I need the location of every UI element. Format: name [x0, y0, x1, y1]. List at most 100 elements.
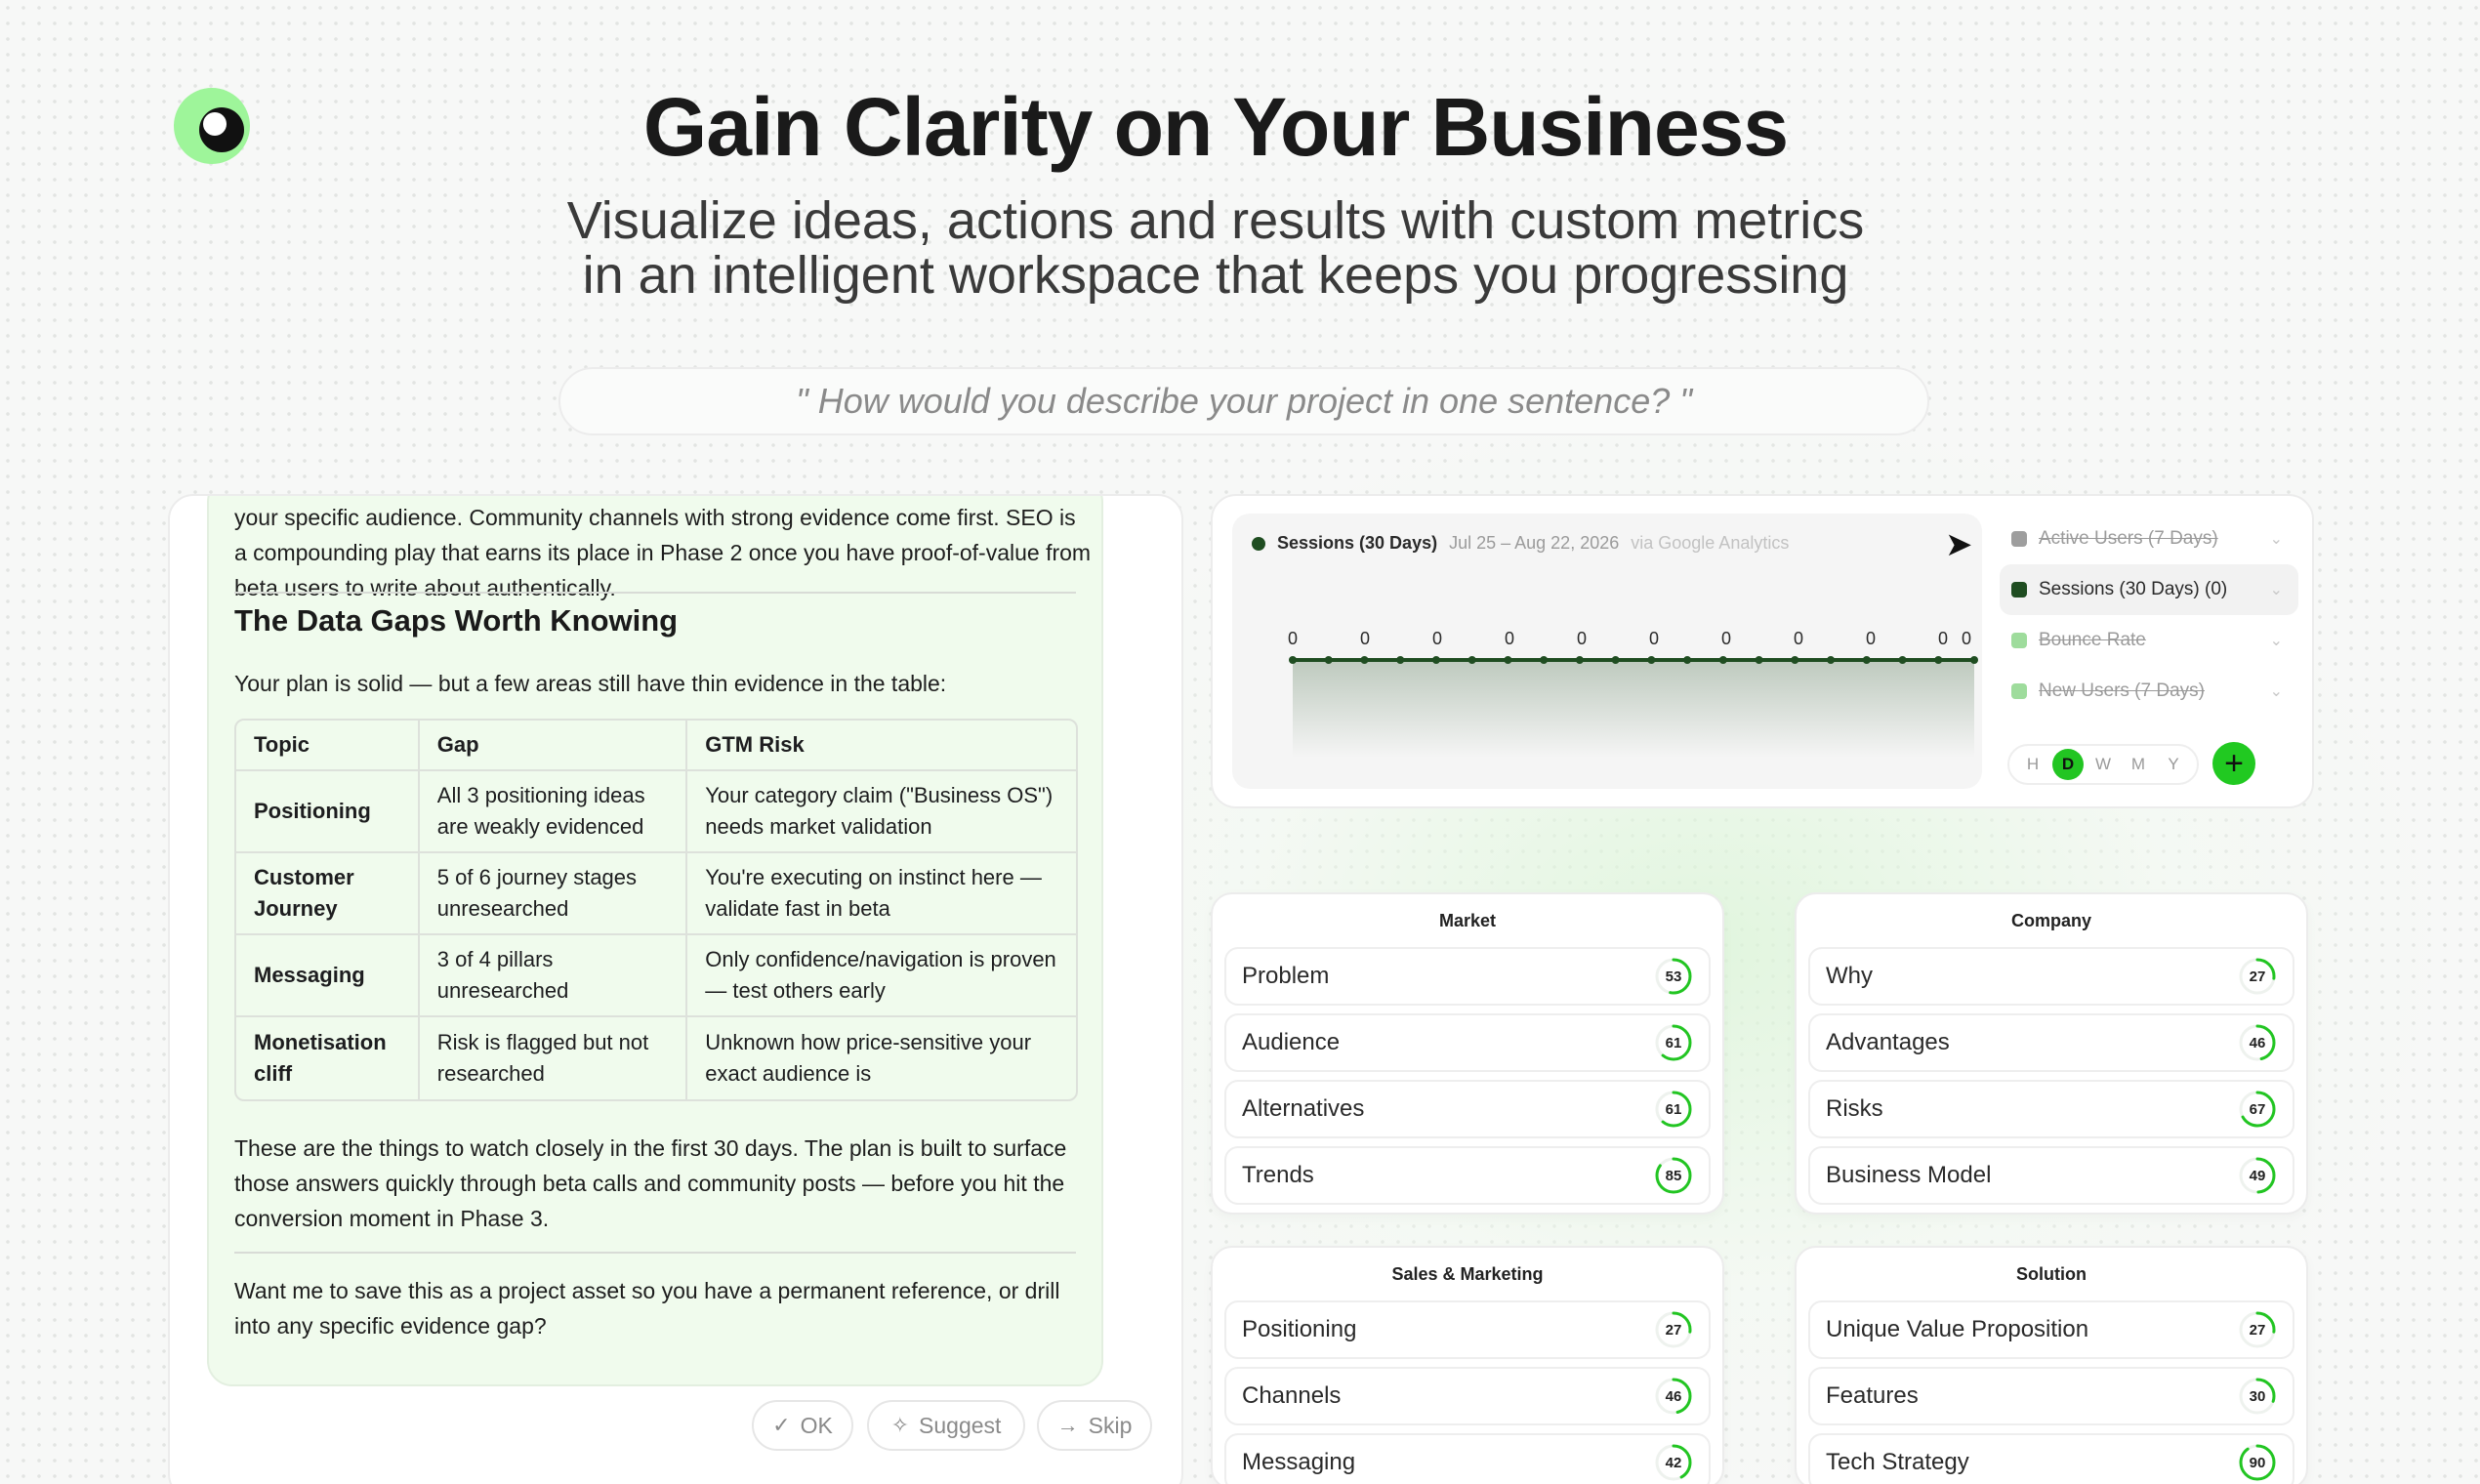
category-item[interactable]: Alternatives 61 [1224, 1080, 1711, 1138]
chevron-down-icon: ⌄ [2269, 683, 2283, 700]
table-cell: Risk is flagged but not researched [420, 1017, 688, 1099]
metric-option[interactable]: Active Users (7 Days) ⌄ [2000, 514, 2298, 564]
category-item[interactable]: Messaging 42 [1224, 1433, 1711, 1484]
hero-subtitle: Visualize ideas, actions and results wit… [0, 193, 2431, 303]
chart-data-label: 0 [1794, 629, 1803, 648]
skip-label: Skip [1088, 1412, 1133, 1438]
metric-label: Active Users (7 Days) [2039, 528, 2218, 549]
category-item[interactable]: Positioning 27 [1224, 1300, 1711, 1359]
category-item-label: Audience [1242, 1029, 1341, 1055]
chart-point [1934, 656, 1943, 664]
category-card-sales-marketing: Sales & Marketing Positioning 27 Channels 46… [1211, 1246, 1724, 1484]
metric-option[interactable]: Bounce Rate ⌄ [2000, 615, 2298, 666]
period-option-m[interactable]: M [2123, 749, 2154, 780]
add-metric-button[interactable]: + [2212, 742, 2255, 785]
score-ring: 53 [1654, 957, 1693, 996]
category-item[interactable]: Channels 46 [1224, 1367, 1711, 1425]
table-header-gtm-risk: GTM Risk [687, 721, 1076, 771]
mouse-cursor-icon: ➤ [1945, 526, 1973, 563]
category-item-label: Problem [1242, 963, 1330, 989]
chart-point [1467, 656, 1476, 664]
table-cell: Customer Journey [236, 853, 420, 935]
sessions-chart[interactable]: Sessions (30 Days) Jul 25 – Aug 22, 2026… [1232, 514, 1982, 789]
metric-swatch [2011, 683, 2027, 699]
table-cell: You're executing on instinct here — vali… [687, 853, 1076, 935]
table-cell: Only confidence/navigation is proven — t… [687, 935, 1076, 1017]
category-item[interactable]: Problem 53 [1224, 947, 1711, 1006]
metric-swatch [2011, 582, 2027, 598]
category-item[interactable]: Audience 61 [1224, 1013, 1711, 1072]
chart-data-label: 0 [1505, 629, 1514, 648]
category-item[interactable]: Features 30 [1808, 1367, 2294, 1425]
category-item-label: Business Model [1826, 1162, 1992, 1188]
skip-button[interactable]: → Skip [1037, 1400, 1152, 1451]
score-value: 27 [1665, 1321, 1682, 1339]
category-item[interactable]: Risks 67 [1808, 1080, 2294, 1138]
hero-subtitle-line-2: in an intelligent workspace that keeps y… [582, 246, 1849, 305]
score-value: 61 [1665, 1034, 1682, 1051]
chart-data-label: 0 [1288, 629, 1298, 648]
arrow-right-icon: → [1056, 1413, 1079, 1437]
score-ring: 61 [1654, 1090, 1693, 1129]
metric-swatch [2011, 531, 2027, 547]
prompt-placeholder: " How would you describe your project in… [795, 381, 1693, 421]
chart-plot: 00000000000 [1288, 629, 1978, 758]
table-cell: Messaging [236, 935, 420, 1017]
score-ring: 27 [2238, 957, 2277, 996]
chart-point [1718, 656, 1727, 664]
period-option-d[interactable]: D [2052, 749, 2084, 780]
check-icon: ✓ [772, 1413, 791, 1437]
period-option-h[interactable]: H [2017, 749, 2048, 780]
score-value: 30 [2249, 1387, 2266, 1405]
category-item-label: Tech Strategy [1826, 1449, 1969, 1475]
score-value: 61 [1665, 1100, 1682, 1118]
period-option-y[interactable]: Y [2158, 749, 2189, 780]
ok-button[interactable]: ✓ OK [752, 1400, 853, 1451]
category-item-label: Alternatives [1242, 1095, 1365, 1122]
chart-point [1827, 656, 1836, 664]
category-item[interactable]: Business Model 49 [1808, 1146, 2294, 1205]
period-option-w[interactable]: W [2087, 749, 2119, 780]
chart-data-label: 0 [1866, 629, 1876, 648]
chevron-down-icon: ⌄ [2269, 531, 2283, 548]
score-ring: 90 [2238, 1443, 2277, 1482]
table-cell: Unknown how price-sensitive your exact a… [705, 1030, 1032, 1086]
chart-point [1396, 656, 1405, 664]
sparkle-icon: ✧ [890, 1413, 910, 1437]
table-cell: Monetisation cliff [236, 1017, 420, 1099]
hero-subtitle-line-1: Visualize ideas, actions and results wit… [566, 191, 1865, 250]
category-item[interactable]: Advantages 46 [1808, 1013, 2294, 1072]
chart-data-label: 0 [1649, 629, 1659, 648]
metric-swatch [2011, 633, 2027, 648]
chat-panel: your specific audience. Community channe… [168, 494, 1183, 1484]
score-value: 90 [2249, 1454, 2266, 1471]
chart-point [1898, 656, 1907, 664]
category-item[interactable]: Unique Value Proposition 27 [1808, 1300, 2294, 1359]
table-row: Customer Journey 5 of 6 journey stages u… [236, 853, 1076, 935]
category-item-label: Messaging [1242, 1449, 1356, 1475]
category-item-label: Positioning [1242, 1316, 1357, 1342]
category-item[interactable]: Tech Strategy 90 [1808, 1433, 2294, 1484]
category-title: Market [1438, 910, 1497, 930]
chart-point [1647, 656, 1656, 664]
score-value: 46 [2249, 1034, 2266, 1051]
category-item[interactable]: Why 27 [1808, 947, 2294, 1006]
category-item-label: Features [1826, 1382, 1919, 1409]
category-item[interactable]: Trends 85 [1224, 1146, 1711, 1205]
score-ring: 27 [2238, 1310, 2277, 1349]
score-value: 46 [1665, 1387, 1682, 1405]
chart-data-label: 0 [1577, 629, 1587, 648]
metric-option[interactable]: Sessions (30 Days) (0) ⌄ [2000, 564, 2298, 615]
chart-point [1683, 656, 1692, 664]
category-card-solution: Solution Unique Value Proposition 27 Featur… [1795, 1246, 2308, 1484]
message-paragraph-1: your specific audience. Community channe… [234, 505, 1092, 600]
suggest-button[interactable]: ✧ Suggest [867, 1400, 1025, 1451]
category-item-label: Unique Value Proposition [1826, 1316, 2089, 1342]
chevron-down-icon: ⌄ [2269, 582, 2283, 598]
category-item-label: Why [1826, 963, 1873, 989]
message-paragraph-2: These are the things to watch closely in… [234, 1135, 1067, 1231]
chart-point [1289, 656, 1297, 664]
score-ring: 61 [1654, 1023, 1693, 1062]
project-prompt-input[interactable]: " How would you describe your project in… [558, 367, 1929, 435]
metric-option[interactable]: New Users (7 Days) ⌄ [2000, 666, 2298, 717]
